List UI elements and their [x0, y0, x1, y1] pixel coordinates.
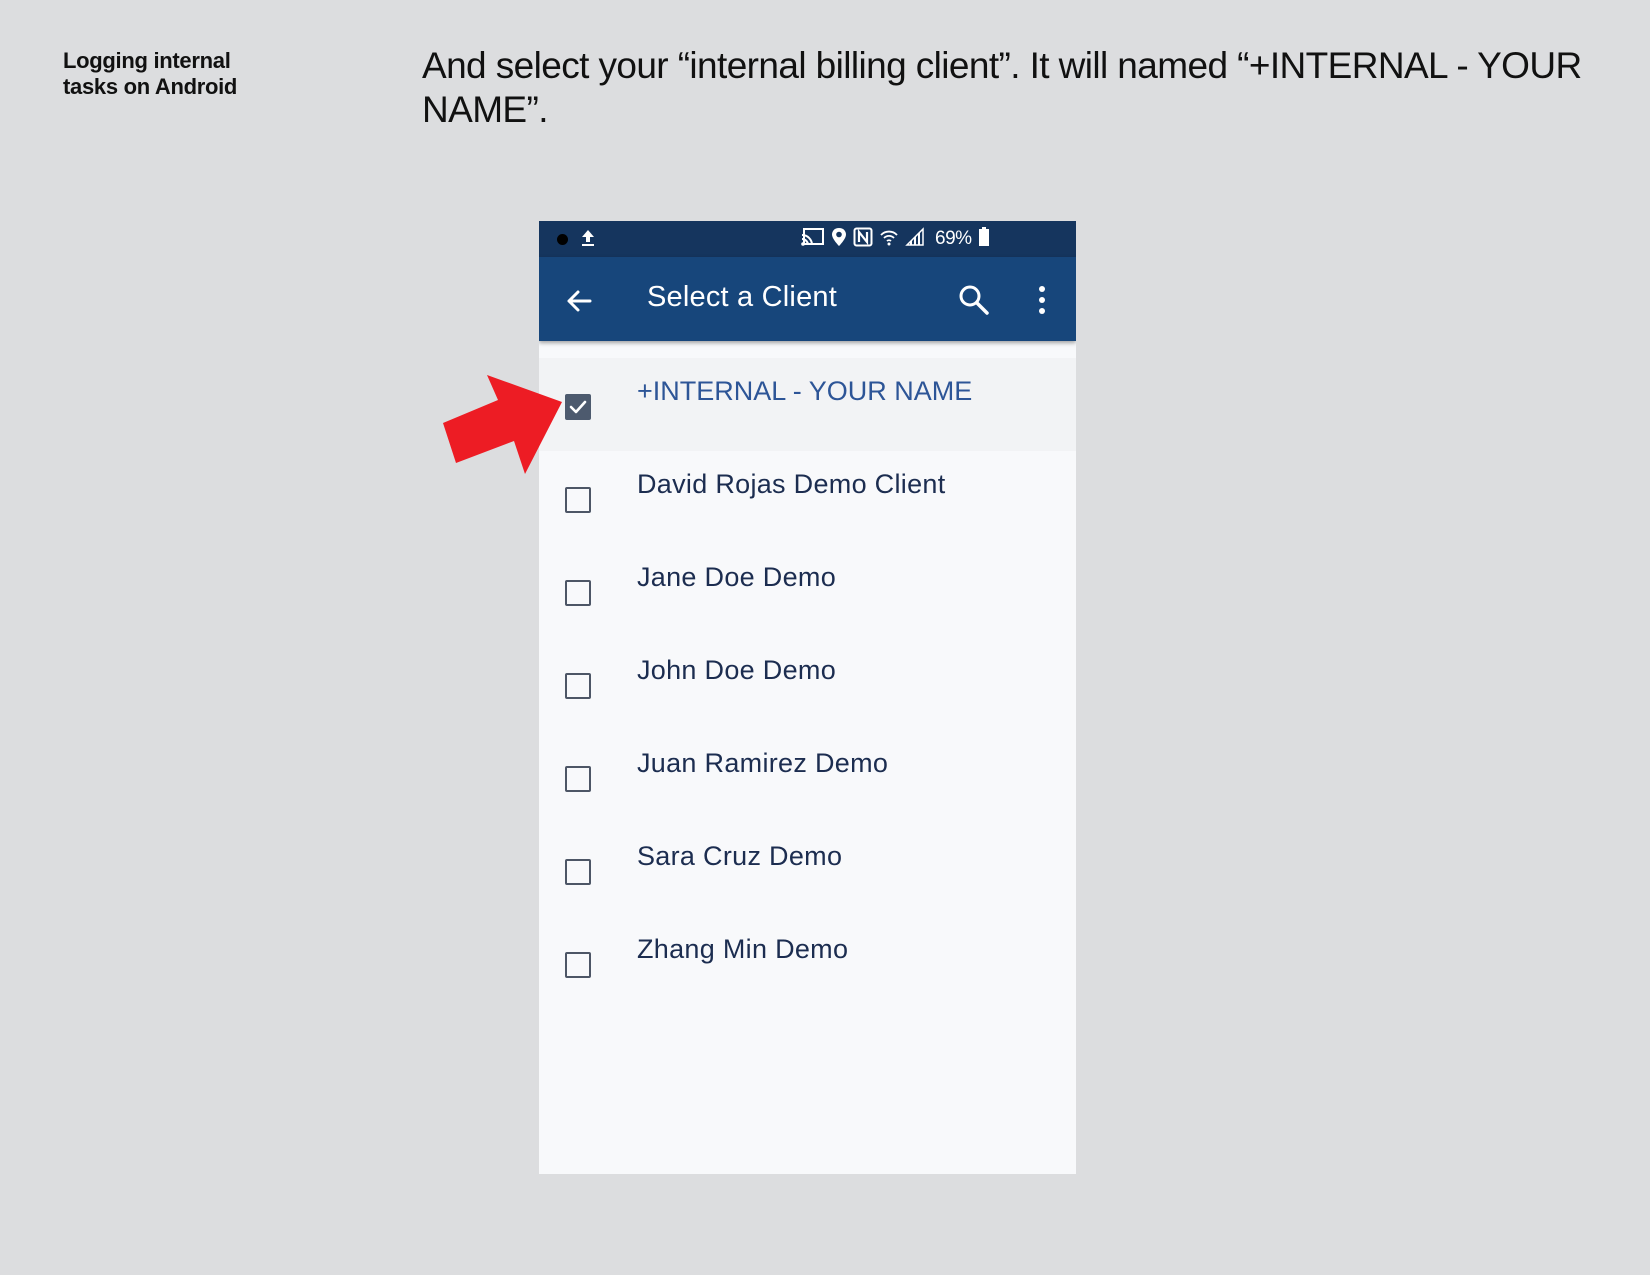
- phone-screenshot: 69% Select a Client +INTERNAL - YOUR NAM…: [539, 221, 1076, 1174]
- client-row-david-rojas[interactable]: David Rojas Demo Client: [539, 451, 1076, 544]
- checkbox[interactable]: [565, 673, 591, 699]
- app-title: Select a Client: [647, 281, 837, 313]
- client-name: Jane Doe Demo: [637, 562, 837, 592]
- location-icon: [831, 227, 847, 252]
- checkbox[interactable]: [565, 766, 591, 792]
- client-row-sara-cruz[interactable]: Sara Cruz Demo: [539, 823, 1076, 916]
- checkbox[interactable]: [565, 487, 591, 513]
- client-name: John Doe Demo: [637, 655, 837, 685]
- status-bar: 69%: [539, 221, 1076, 257]
- app-bar: Select a Client: [539, 257, 1076, 341]
- wifi-icon: [879, 227, 899, 252]
- client-row-juan-ramirez[interactable]: Juan Ramirez Demo: [539, 730, 1076, 823]
- client-row-jane-doe[interactable]: Jane Doe Demo: [539, 544, 1076, 637]
- battery-icon: [978, 226, 990, 252]
- battery-percent: 69%: [935, 228, 972, 249]
- checkbox[interactable]: [565, 952, 591, 978]
- client-name: David Rojas Demo Client: [637, 469, 946, 499]
- client-row-john-doe[interactable]: John Doe Demo: [539, 637, 1076, 730]
- client-name: +INTERNAL - YOUR NAME: [637, 376, 973, 406]
- client-row-internal[interactable]: +INTERNAL - YOUR NAME: [539, 358, 1076, 451]
- client-row-zhang-min[interactable]: Zhang Min Demo: [539, 916, 1076, 1009]
- client-name: Zhang Min Demo: [637, 934, 849, 964]
- checkbox-checked[interactable]: [565, 394, 591, 420]
- status-icons: 69%: [801, 226, 990, 252]
- signal-icon: [905, 226, 925, 252]
- slide-caption: Logging internal tasks on Android: [63, 48, 238, 99]
- upload-icon: [581, 229, 595, 252]
- instruction-text: And select your “internal billing client…: [422, 45, 1582, 130]
- nfc-icon: [853, 227, 873, 252]
- checkbox[interactable]: [565, 859, 591, 885]
- client-name: Sara Cruz Demo: [637, 841, 843, 871]
- client-list: +INTERNAL - YOUR NAME David Rojas Demo C…: [539, 358, 1076, 1009]
- checkbox[interactable]: [565, 580, 591, 606]
- client-name: Juan Ramirez Demo: [637, 748, 889, 778]
- more-vert-icon[interactable]: [1034, 283, 1050, 317]
- search-icon[interactable]: [957, 283, 991, 317]
- cast-icon: [801, 227, 825, 252]
- red-arrow-icon: [443, 375, 562, 474]
- back-arrow-icon[interactable]: [561, 283, 597, 319]
- record-dot-icon: [557, 234, 568, 245]
